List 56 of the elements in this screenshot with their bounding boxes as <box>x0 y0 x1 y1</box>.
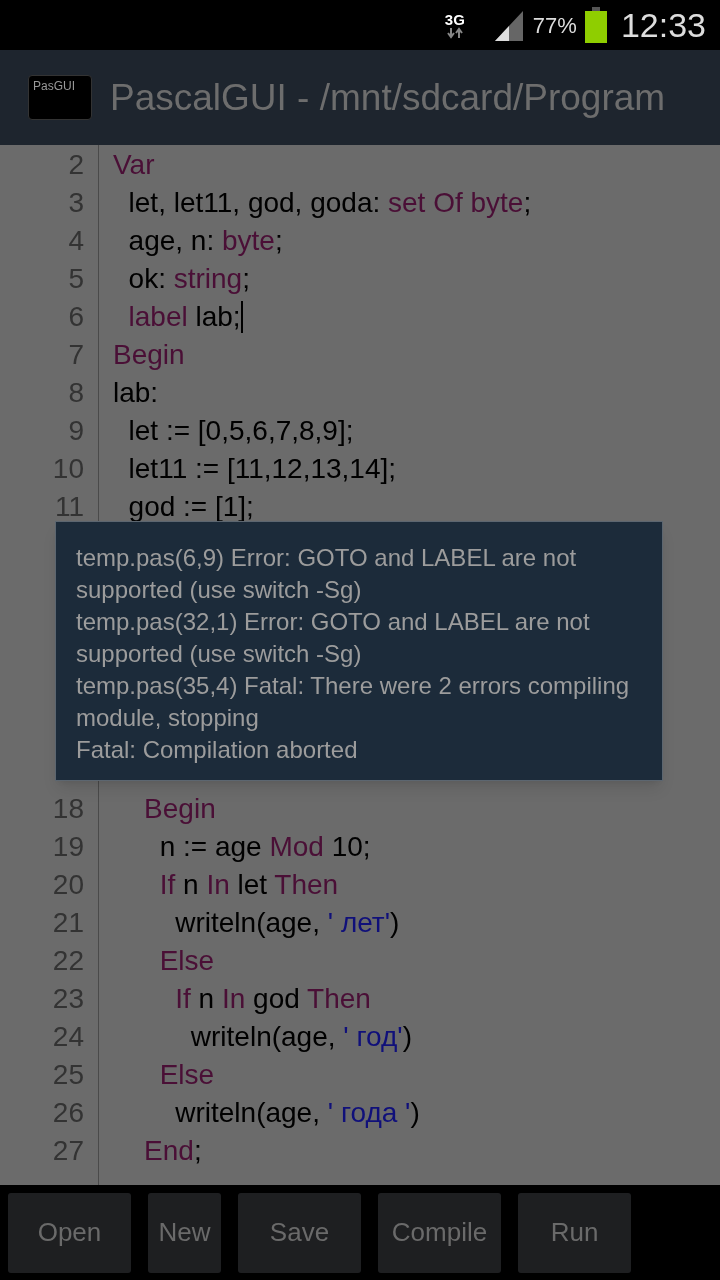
code-line: writeln(age, ' лет') <box>174 909 400 937</box>
message-text: temp.pas(6,9) Error: GOTO and LABEL are not supported (use switch -Sg) <box>76 543 578 605</box>
line-number: 5 <box>68 265 84 293</box>
code-line: n := age Mod 10; <box>158 833 371 861</box>
line-number: 4 <box>68 227 84 255</box>
toolbar-button[interactable]: Save <box>238 1192 361 1273</box>
data-arrows-icon <box>445 26 464 39</box>
app-title: PascalGUI - /mnt/sdcard/Program <box>110 75 666 120</box>
code-line: Begin <box>143 795 216 823</box>
line-number: 11 <box>54 493 84 521</box>
line-number: 22 <box>52 947 84 975</box>
logo-text: PasGUI <box>33 80 75 92</box>
battery-percent: 77% <box>532 11 577 40</box>
toolbar-button[interactable]: New <box>148 1192 221 1273</box>
code-line: If n In let Then <box>158 871 339 899</box>
signal-icon <box>492 9 525 41</box>
message-text: temp.pas(35,4) Fatal: There were 2 errors compiling module, stopping <box>76 671 631 733</box>
line-number: 27 <box>52 1137 84 1165</box>
code-line: let := [0,5,6,7,8,9]; <box>127 417 354 445</box>
line-number: 7 <box>68 341 84 369</box>
toolbar-button[interactable]: Compile <box>378 1192 501 1273</box>
code-line: age, n: byte; <box>127 227 283 255</box>
line-number: 3 <box>68 189 84 217</box>
code-line: End; <box>143 1137 202 1165</box>
line-number: 18 <box>52 795 84 823</box>
line-number: 25 <box>52 1061 84 1089</box>
code-line: label lab; <box>127 303 241 331</box>
line-number: 2 <box>68 151 84 179</box>
code-line: ok: string; <box>127 265 250 293</box>
code-line: Else <box>158 1061 215 1089</box>
line-number: 24 <box>52 1023 84 1051</box>
battery-icon <box>584 7 607 43</box>
line-number: 9 <box>68 417 84 445</box>
message-text: Fatal: Compilation aborted <box>76 735 359 765</box>
network-type: 3G <box>444 11 465 27</box>
clock: 12:33 <box>620 4 706 46</box>
code-line: let11 := [11,12,13,14]; <box>127 455 397 483</box>
message-text: temp.pas(32,1) Error: GOTO and LABEL are not supported (use switch -Sg) <box>76 607 591 669</box>
code-line: Var <box>113 151 155 179</box>
toolbar-button[interactable]: Run <box>518 1192 631 1273</box>
line-number: 10 <box>52 455 84 483</box>
toolbar-button[interactable]: Open <box>8 1192 131 1273</box>
line-number: 21 <box>52 909 84 937</box>
code-line: writeln(age, ' года ') <box>174 1099 420 1127</box>
line-number: 6 <box>68 303 84 331</box>
line-number: 19 <box>52 833 84 861</box>
code-line: lab: <box>113 379 159 407</box>
code-line: Begin <box>113 341 185 369</box>
code-line: writeln(age, ' год') <box>189 1023 412 1051</box>
line-number: 20 <box>52 871 84 899</box>
line-number: 23 <box>52 985 84 1013</box>
line-number: 26 <box>52 1099 84 1127</box>
code-line: If n In god Then <box>174 985 371 1013</box>
line-number: 8 <box>68 379 84 407</box>
code-line: let, let11, god, goda: set Of byte; <box>127 189 532 217</box>
code-line: Else <box>158 947 215 975</box>
